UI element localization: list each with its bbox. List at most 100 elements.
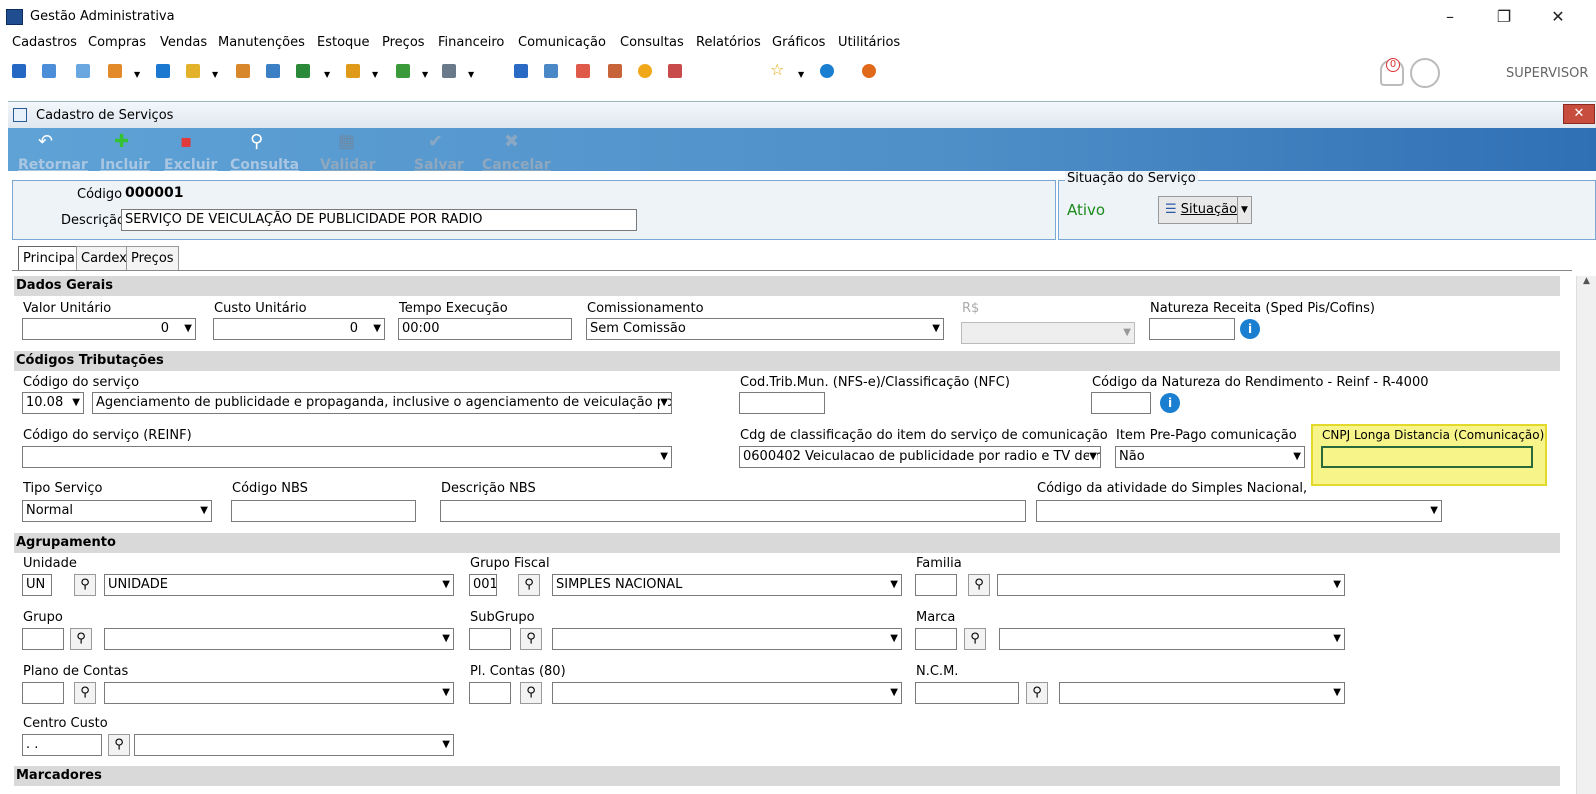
chevron-down-icon[interactable]: ▼ [1333,579,1341,590]
incluir-button[interactable]: Incluir [100,157,150,173]
unidade-desc-select[interactable]: UNIDADE ▼ [104,574,454,596]
chevron-down-icon[interactable]: ▼ [890,687,898,698]
subgrupo-desc-select[interactable]: ▼ [552,628,902,650]
search-icon[interactable]: ⚲ [74,574,96,596]
grupo-fiscal-code-field[interactable]: 001 [469,574,497,596]
familia-desc-select[interactable]: ▼ [997,574,1345,596]
chevron-down-icon[interactable]: ▼ [422,70,428,79]
close-button[interactable]: ✕ [1544,4,1572,30]
codigo-nbs-field[interactable] [231,500,416,522]
menu-vendas[interactable]: Vendas [160,35,207,50]
search-icon[interactable]: ⚲ [520,682,542,704]
subwindow-close-button[interactable]: ✕ [1563,104,1595,124]
menu-consultas[interactable]: Consultas [620,35,684,50]
chevron-down-icon[interactable]: ▼ [442,579,450,590]
ncm-code-field[interactable] [915,682,1019,704]
simples-select[interactable]: ▼ [1036,500,1442,522]
rs-select[interactable]: ▼ [961,322,1135,344]
grupo-desc-select[interactable]: ▼ [104,628,454,650]
chevron-down-icon[interactable]: ▼ [1293,451,1301,462]
chevron-down-icon[interactable]: ▼ [890,579,898,590]
menu-precos[interactable]: Preços [382,35,425,50]
natureza-field[interactable] [1149,318,1235,340]
pl-contas-code-field[interactable] [469,682,511,704]
plano-contas-code-field[interactable] [22,682,64,704]
chevron-down-icon[interactable]: ▼ [1430,505,1438,516]
tree-icon[interactable] [108,64,122,78]
chevron-down-icon[interactable]: ▼ [442,687,450,698]
chevron-down-icon[interactable]: ▼ [1123,327,1131,338]
codigo-reinf-select[interactable]: ▼ [22,446,672,468]
avatar-icon[interactable] [1410,58,1440,88]
chevron-down-icon[interactable]: ▼ [212,70,218,79]
unidade-code-field[interactable]: UN [22,574,52,596]
calendar-icon[interactable] [514,64,528,78]
search-icon[interactable]: ⚲ [74,682,96,704]
grupo-code-field[interactable] [22,628,64,650]
card-icon[interactable] [76,64,90,78]
marca-desc-select[interactable]: ▼ [999,628,1345,650]
consulta-button[interactable]: Consulta [230,157,299,173]
item-prepago-select[interactable]: Não ▼ [1115,446,1305,468]
chevron-down-icon[interactable]: ▼ [1333,633,1341,644]
centro-custo-code-field[interactable]: . . [22,734,102,756]
cdg-class-select[interactable]: 0600402 Veiculacao de publicidade por ra… [739,446,1101,468]
chevron-down-icon[interactable]: ▼ [1237,197,1251,223]
chevron-down-icon[interactable]: ▼ [468,70,474,79]
salvar-button[interactable]: Salvar [414,157,464,173]
search-icon[interactable]: ⚲ [964,628,986,650]
menu-financeiro[interactable]: Financeiro [438,35,504,50]
menu-relatorios[interactable]: Relatórios [696,35,761,50]
tag-icon[interactable] [186,64,200,78]
chevron-down-icon[interactable]: ▼ [890,633,898,644]
chevron-down-icon[interactable]: ▼ [134,70,140,79]
tab-principal[interactable]: Principal [18,246,84,270]
pl-contas-desc-select[interactable]: ▼ [552,682,902,704]
agenda-icon[interactable] [576,64,590,78]
menu-utilitarios[interactable]: Utilitários [838,35,900,50]
grupo-fiscal-desc-select[interactable]: SIMPLES NACIONAL ▼ [552,574,902,596]
info-icon[interactable]: i [1240,319,1260,339]
retornar-button[interactable]: Retornar [18,157,88,173]
clock-icon[interactable] [638,64,652,78]
box-icon[interactable] [346,64,360,78]
money-icon[interactable] [396,64,410,78]
search-icon[interactable]: ⚲ [70,628,92,650]
info-icon[interactable] [820,64,834,78]
cancelar-button[interactable]: Cancelar [482,157,551,173]
custo-unitario-field[interactable]: 0 ▼ [213,318,385,340]
tipo-servico-select[interactable]: Normal ▼ [22,500,212,522]
minimize-button[interactable]: – [1436,4,1464,30]
bank-icon[interactable] [266,64,280,78]
clients-icon[interactable] [12,64,26,78]
chevron-down-icon[interactable]: ▼ [660,451,668,462]
natureza-rend-field[interactable] [1091,392,1151,414]
schedule-icon[interactable] [608,64,622,78]
printer-icon[interactable] [442,64,456,78]
search-icon[interactable]: ⚲ [518,574,540,596]
codigo-servico-desc-select[interactable]: Agenciamento de publicidade e propaganda… [92,392,672,414]
user-icon[interactable] [236,64,250,78]
search-icon[interactable]: ⚲ [968,574,990,596]
subgrupo-code-field[interactable] [469,628,511,650]
chevron-down-icon[interactable]: ▼ [372,70,378,79]
chevron-down-icon[interactable]: ▼ [72,397,80,408]
situacao-button[interactable]: ☰ Situação ▼ [1158,196,1252,224]
valor-unitario-field[interactable]: 0 ▼ [22,318,196,340]
codigo-servico-select[interactable]: 10.08 ▼ [22,392,84,414]
menu-compras[interactable]: Compras [88,35,146,50]
validar-button[interactable]: Validar [320,157,376,173]
chevron-down-icon[interactable]: ▼ [932,323,940,334]
search-icon[interactable]: ⚲ [1026,682,1048,704]
menu-comunicacao[interactable]: Comunicação [518,35,606,50]
tempo-execucao-field[interactable]: 00:00 [398,318,572,340]
comissionamento-select[interactable]: Sem Comissão ▼ [586,318,944,340]
descricao-nbs-field[interactable] [440,500,1026,522]
cod-trib-field[interactable] [739,392,825,414]
chevron-down-icon[interactable]: ▼ [442,739,450,750]
chevron-down-icon[interactable]: ▼ [442,633,450,644]
chevron-down-icon[interactable]: ▼ [1089,451,1097,462]
report-icon[interactable] [668,64,682,78]
suppliers-icon[interactable] [42,64,56,78]
chevron-down-icon[interactable]: ▼ [324,70,330,79]
